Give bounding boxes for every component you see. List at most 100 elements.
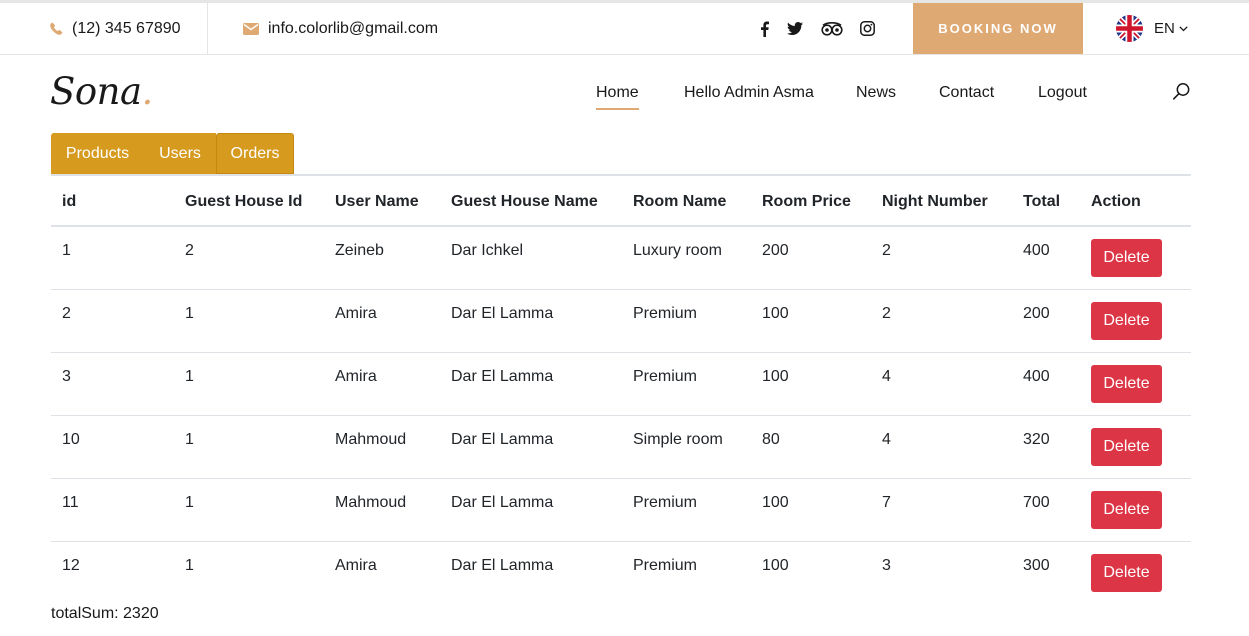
nav-home[interactable]: Home — [596, 84, 639, 110]
delete-button[interactable]: Delete — [1091, 553, 1162, 592]
delete-button[interactable]: Delete — [1091, 301, 1162, 340]
cell-guest-house-name: Dar El Lamma — [451, 556, 554, 574]
booking-now-button[interactable]: BOOKING NOW — [913, 3, 1083, 54]
chevron-down-icon — [1179, 25, 1188, 32]
column-header: Room Name — [622, 174, 751, 227]
cell-room-price: 100 — [751, 352, 871, 416]
column-header: Action — [1080, 174, 1191, 227]
tab-orders[interactable]: Orders — [216, 133, 294, 174]
cell-user-name: Amira — [324, 352, 440, 416]
cell-guest-house-name: Dar Ichkel — [440, 226, 622, 290]
cell-id: 12 — [62, 556, 80, 574]
phone-contact[interactable]: (12) 345 67890 — [50, 3, 181, 54]
twitter-icon[interactable] — [787, 3, 803, 54]
cell-guest-house-id: 2 — [174, 226, 324, 290]
delete-button[interactable]: Delete — [1091, 364, 1162, 403]
cell-room-name: Luxury room — [622, 226, 751, 290]
cell-night-number: 2 — [871, 226, 1012, 290]
cell-room-name: Premium — [633, 556, 698, 574]
delete-button[interactable]: Delete — [1091, 490, 1162, 529]
cell-total: 400 — [1012, 226, 1080, 290]
nav-news[interactable]: News — [856, 84, 896, 102]
delete-button[interactable]: Delete — [1091, 427, 1162, 466]
cell-room-name: Premium — [622, 352, 751, 416]
cell-night-number: 7 — [871, 478, 1012, 542]
column-header: id — [51, 174, 174, 227]
cell-action: Delete — [1080, 226, 1191, 290]
orders-table: id Guest House Id User Name Guest House … — [51, 174, 1191, 604]
tab-users[interactable]: Users — [144, 133, 216, 174]
cell-total: 200 — [1012, 289, 1080, 353]
cell-guest-house-id: 1 — [185, 556, 194, 574]
cell-night-number: 4 — [871, 352, 1012, 416]
cell-guest-house-name: Dar El Lamma — [440, 289, 622, 353]
cell-total: 700 — [1012, 478, 1080, 542]
cell-guest-house-id: 1 — [174, 352, 324, 416]
phone-number: (12) 345 67890 — [72, 19, 181, 37]
top-bar: (12) 345 67890 info.colorlib@gmail.com B… — [0, 3, 1249, 55]
cell-room-price: 100 — [751, 478, 871, 542]
table-header-row: id Guest House Id User Name Guest House … — [51, 174, 1191, 227]
cell-action: Delete — [1080, 541, 1191, 604]
nav-hello-admin[interactable]: Hello Admin Asma — [684, 84, 814, 102]
column-header: Total — [1012, 174, 1080, 227]
tripadvisor-icon[interactable] — [821, 3, 843, 54]
cell-room-name: Premium — [622, 289, 751, 353]
logo-dot: . — [141, 70, 154, 113]
cell-room-price: 200 — [751, 226, 871, 290]
column-header: Night Number — [871, 174, 1012, 227]
nav-contact[interactable]: Contact — [939, 84, 994, 102]
facebook-icon[interactable] — [760, 3, 769, 54]
email-contact[interactable]: info.colorlib@gmail.com — [243, 3, 438, 54]
total-sum: totalSum: 2320 — [51, 605, 159, 622]
cell-night-number: 3 — [882, 556, 891, 574]
cell-user-name: Amira — [324, 289, 440, 353]
cell-room-price: 80 — [751, 415, 871, 479]
uk-flag-icon — [1116, 15, 1143, 42]
delete-button[interactable]: Delete — [1091, 239, 1162, 277]
cell-user-name: Amira — [335, 556, 377, 574]
logo-text: Sona — [50, 70, 142, 113]
tab-products[interactable]: Products — [51, 133, 144, 174]
cell-room-price: 100 — [751, 289, 871, 353]
cell-id: 10 — [51, 415, 174, 479]
cell-total: 320 — [1012, 415, 1080, 479]
column-header: Guest House Name — [440, 174, 622, 227]
cell-action: Delete — [1080, 415, 1191, 479]
language-code: EN — [1154, 20, 1175, 37]
cell-user-name: Mahmoud — [324, 415, 440, 479]
cell-id: 11 — [51, 478, 174, 542]
cell-action: Delete — [1080, 352, 1191, 416]
column-header: Guest House Id — [174, 174, 324, 227]
cell-guest-house-id: 1 — [174, 289, 324, 353]
cell-id: 1 — [51, 226, 174, 290]
table-row: 11 1 Mahmoud Dar El Lamma Premium 100 7 … — [51, 478, 1191, 542]
cell-id: 2 — [51, 289, 174, 353]
cell-action: Delete — [1080, 478, 1191, 542]
cell-id: 3 — [51, 352, 174, 416]
cell-user-name: Zeineb — [324, 226, 440, 290]
email-address: info.colorlib@gmail.com — [268, 19, 439, 37]
cell-room-price: 100 — [762, 556, 789, 574]
site-logo[interactable]: Sona. — [50, 70, 153, 113]
cell-action: Delete — [1080, 289, 1191, 353]
column-header: Room Price — [751, 174, 871, 227]
instagram-icon[interactable] — [860, 3, 875, 54]
cell-user-name: Mahmoud — [324, 478, 440, 542]
cell-guest-house-name: Dar El Lamma — [440, 478, 622, 542]
phone-icon — [50, 22, 63, 35]
topbar-divider — [207, 3, 208, 54]
cell-room-name: Simple room — [622, 415, 751, 479]
nav-logout[interactable]: Logout — [1038, 84, 1087, 102]
language-selector[interactable]: EN — [1116, 3, 1188, 54]
table-row: 12 1 Amira Dar El Lamma Premium 100 3 30… — [51, 541, 1191, 604]
table-row: 2 1 Amira Dar El Lamma Premium 100 2 200… — [51, 289, 1191, 353]
table-row: 10 1 Mahmoud Dar El Lamma Simple room 80… — [51, 415, 1191, 479]
search-icon[interactable] — [1172, 82, 1191, 106]
cell-guest-house-name: Dar El Lamma — [440, 415, 622, 479]
table-row: 1 2 Zeineb Dar Ichkel Luxury room 200 2 … — [51, 226, 1191, 290]
cell-room-name: Premium — [622, 478, 751, 542]
cell-guest-house-id: 1 — [174, 478, 324, 542]
cell-total: 300 — [1023, 556, 1050, 574]
envelope-icon — [243, 22, 259, 35]
